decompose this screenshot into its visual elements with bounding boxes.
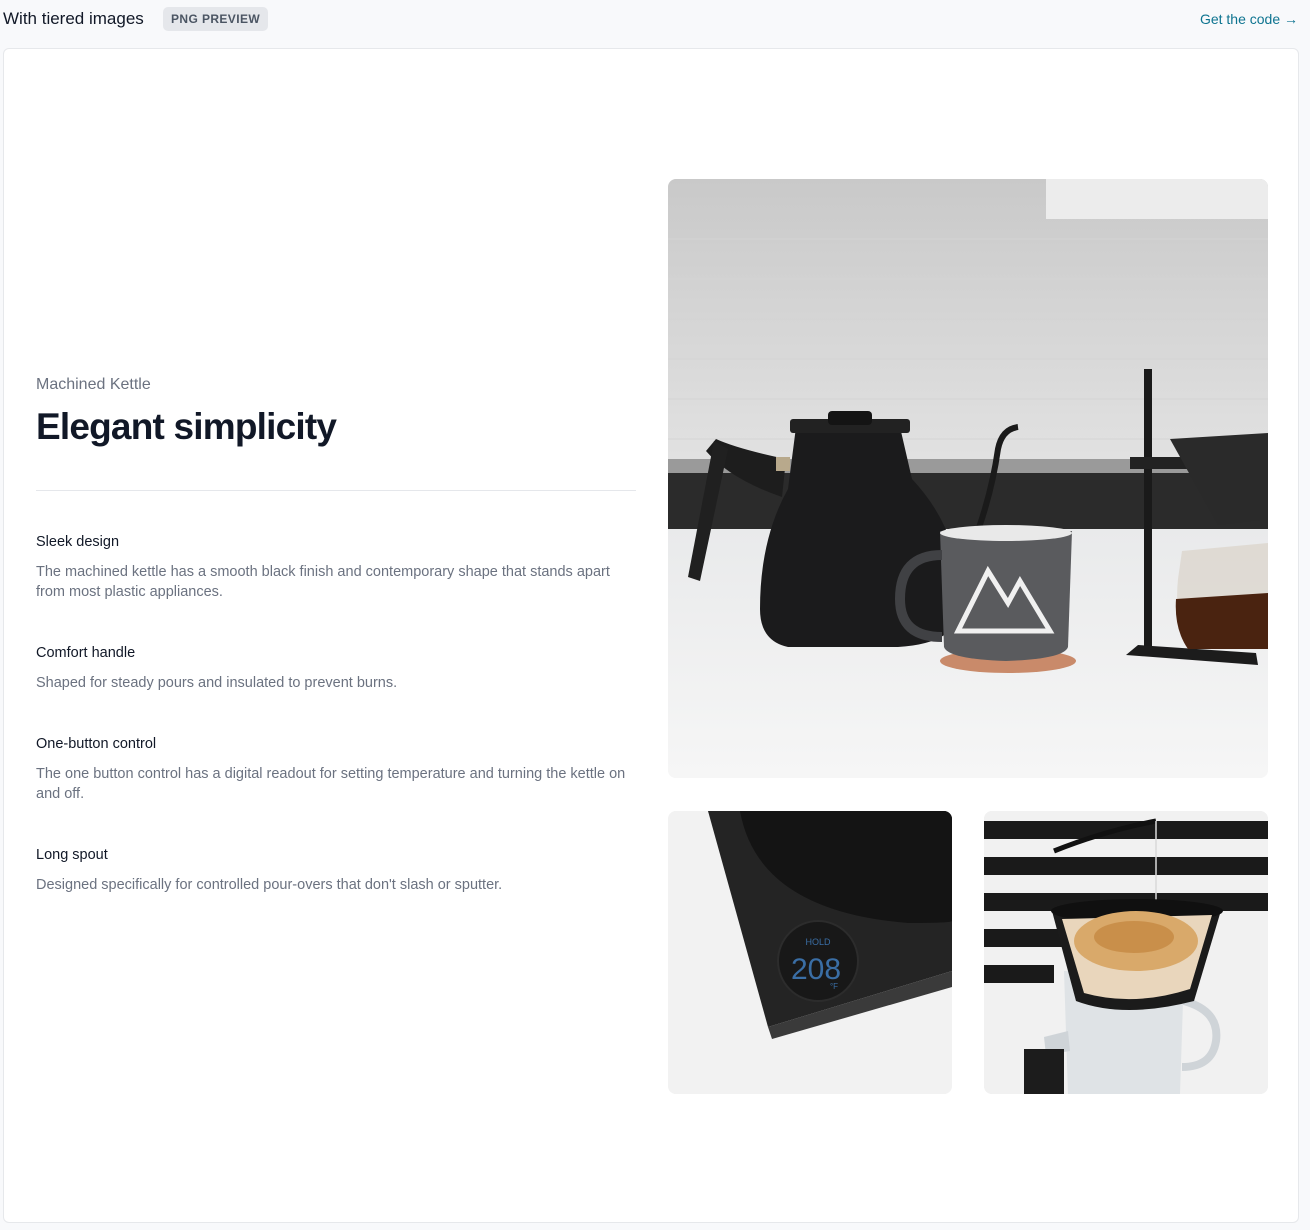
top-bar: With tiered images PNG PREVIEW Get the c…	[0, 0, 1310, 40]
preview-title: With tiered images	[3, 9, 144, 28]
feature-description: The one button control has a digital rea…	[36, 766, 626, 802]
feature-item: Comfort handle Shaped for steady pours a…	[36, 643, 636, 693]
feature-item: One-button control The one button contro…	[36, 734, 636, 804]
feature-title: One-button control	[36, 736, 157, 752]
feature-list: Sleek design The machined kettle has a s…	[36, 532, 636, 895]
display-hold-label: HOLD	[805, 937, 831, 947]
get-the-code-link[interactable]: Get the code →	[1200, 11, 1298, 27]
feature-item: Sleek design The machined kettle has a s…	[36, 532, 636, 602]
feature-description: Designed specifically for controlled pou…	[36, 877, 503, 893]
feature-item: Long spout Designed specifically for con…	[36, 845, 636, 895]
feature-title: Sleek design	[36, 534, 120, 550]
feature-description: The machined kettle has a smooth black f…	[36, 564, 610, 600]
display-unit-label: °F	[830, 982, 838, 991]
png-preview-badge: PNG PREVIEW	[163, 7, 269, 31]
pour-over-image	[984, 811, 1268, 1094]
product-eyebrow: Machined Kettle	[36, 376, 151, 393]
product-details: Machined Kettle Elegant simplicity Sleek…	[36, 375, 636, 936]
product-headline: Elegant simplicity	[36, 406, 337, 447]
feature-title: Comfort handle	[36, 645, 136, 661]
feature-description: Shaped for steady pours and insulated to…	[36, 675, 398, 691]
divider	[36, 490, 636, 491]
kettle-hero-image	[668, 179, 1268, 778]
kettle-base-image: HOLD 208 °F	[668, 811, 952, 1094]
feature-title: Long spout	[36, 847, 108, 863]
preview-frame: Machined Kettle Elegant simplicity Sleek…	[3, 48, 1299, 1223]
